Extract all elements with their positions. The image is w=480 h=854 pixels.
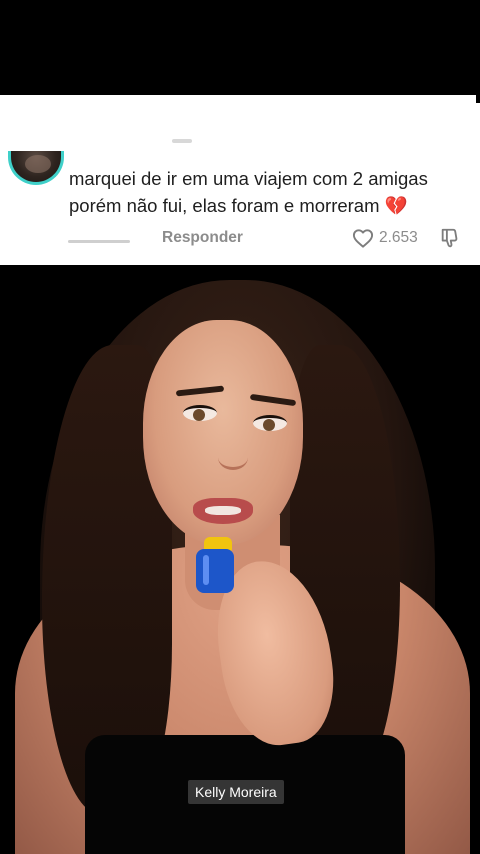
nose xyxy=(218,445,248,470)
comment-card: marquei de ir em uma viajem com 2 amigas… xyxy=(0,95,480,265)
right-iris xyxy=(263,419,275,431)
right-eye xyxy=(253,415,287,431)
blue-yellow-bottle xyxy=(196,537,236,597)
heart-outline-icon[interactable] xyxy=(352,228,374,248)
card-edge-notch xyxy=(476,95,480,103)
avatar[interactable] xyxy=(8,151,64,185)
bottle-body xyxy=(196,549,234,593)
like-count: 2.653 xyxy=(379,229,418,246)
comment-line-2-text: porém não fui, elas foram e morreram xyxy=(69,195,380,216)
author-name-obscured xyxy=(68,240,130,243)
broken-heart-emoji: 💔 xyxy=(384,195,408,216)
top-black-bar xyxy=(0,0,480,95)
left-eye xyxy=(183,405,217,421)
video-caption: Kelly Moreira xyxy=(188,780,284,804)
comment-text: marquei de ir em uma viajem com 2 amigas… xyxy=(69,165,469,219)
mouth xyxy=(193,498,253,524)
left-iris xyxy=(193,409,205,421)
reply-button[interactable]: Responder xyxy=(162,229,243,247)
video-frame[interactable]: Kelly Moreira xyxy=(0,265,480,854)
comment-line-1: marquei de ir em uma viajem com 2 amigas xyxy=(69,168,428,189)
comment-line-2: porém não fui, elas foram e morreram 💔 xyxy=(69,192,469,219)
thumbs-down-icon[interactable] xyxy=(439,227,461,249)
clipped-text-fragment xyxy=(172,139,192,143)
